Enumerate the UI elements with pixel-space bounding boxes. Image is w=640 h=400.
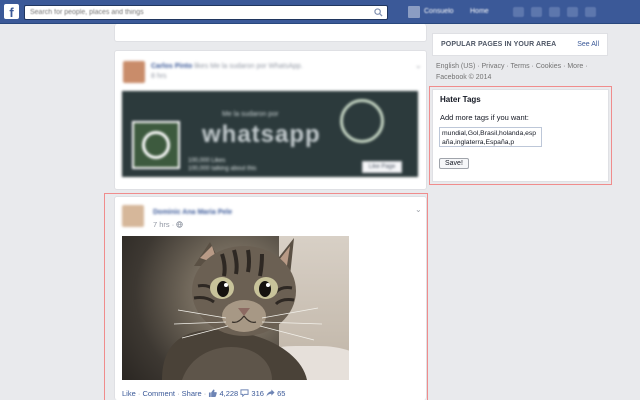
facebook-logo-icon[interactable]: f [4,4,19,20]
like-page-button[interactable]: Like Page [362,161,402,173]
notifications-icon[interactable] [549,7,560,17]
post-header: Carlos Pinto likes Me la sudaron por Wha… [151,63,303,70]
author-avatar[interactable] [123,61,145,83]
page-cover-banner[interactable]: Me la sudaron por whatsapp 100,000 Likes… [122,91,418,177]
author-name[interactable]: Carlos Pinto [151,63,192,70]
previous-post-card [114,24,427,42]
whatsapp-logo-icon [142,131,170,159]
search-input[interactable] [25,6,365,19]
post-time[interactable]: 8 hrs [151,73,167,80]
messages-icon[interactable] [531,7,542,17]
post-options-chevron-icon[interactable]: ⌄ [415,61,422,70]
banner-word: whatsapp [202,121,321,148]
search-box[interactable] [24,5,388,20]
popular-pages-title: POPULAR PAGES IN YOUR AREA [441,41,557,48]
footer-links[interactable]: English (US) · Privacy · Terms · Cookies… [436,61,608,83]
see-all-link[interactable]: See All [577,41,599,48]
page-profile-picture[interactable] [132,121,180,169]
friend-requests-icon[interactable] [513,7,524,17]
privacy-shortcuts-icon[interactable] [567,7,578,17]
user-name-link[interactable]: Consuelo [424,8,454,15]
photo-post-highlight [104,193,428,400]
user-avatar[interactable] [408,6,420,18]
popular-pages-panel: POPULAR PAGES IN YOUR AREA See All [432,33,608,56]
top-navigation-bar: f Consuelo Home [0,0,640,24]
search-icon[interactable] [374,8,383,17]
settings-icon[interactable] [585,7,596,17]
page-likes-count: 100,000 Likes [188,158,226,164]
home-link[interactable]: Home [470,8,489,15]
page-talking-count: 100,000 talking about this [188,166,257,172]
page-stats: 100,000 Likes 100,000 talking about this [188,157,256,173]
whatsapp-check-icon [340,99,384,143]
banner-caption: Me la sudaron por [222,111,279,118]
post-action-text: likes Me la sudaron por WhatsApp. [194,63,303,70]
hater-tags-highlight [429,86,612,185]
